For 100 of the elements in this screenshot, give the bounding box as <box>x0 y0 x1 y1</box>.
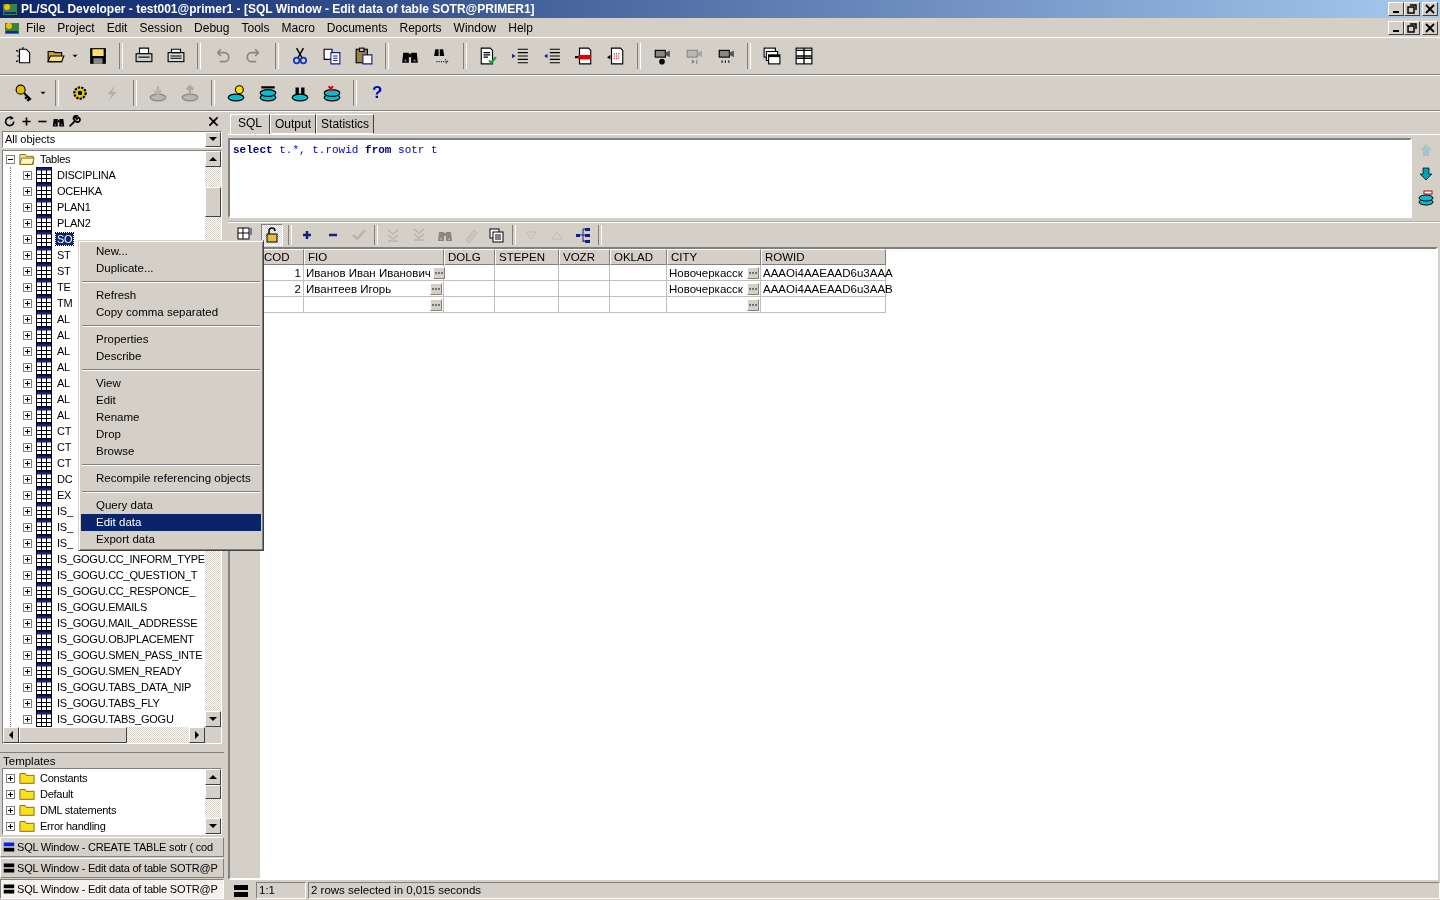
expand-icon[interactable] <box>23 618 32 628</box>
tree-item[interactable]: IS_GOGU.SMEN_PASS_INTE <box>56 649 204 661</box>
scroll-thumb[interactable] <box>205 785 221 799</box>
wrench-icon[interactable] <box>68 115 81 129</box>
scroll-thumb[interactable] <box>19 727 127 743</box>
database-icon[interactable] <box>1418 190 1434 206</box>
column-header[interactable]: CITY <box>667 249 761 265</box>
expand-icon[interactable] <box>23 570 32 580</box>
tree-item[interactable]: IS_ <box>56 521 74 533</box>
expand-icon[interactable] <box>23 666 32 676</box>
expand-icon[interactable] <box>23 490 32 500</box>
tree-item[interactable]: IS_GOGU.SMEN_READY <box>56 665 183 677</box>
menu-item[interactable]: File <box>20 20 52 35</box>
tree-item[interactable]: Tables <box>39 153 72 165</box>
stacked-documents-icon[interactable] <box>487 225 507 245</box>
expand-icon[interactable] <box>23 602 32 612</box>
object-filter-dropdown[interactable]: All objects <box>2 130 222 148</box>
expand-icon[interactable] <box>23 346 32 356</box>
expand-icon[interactable] <box>23 362 32 372</box>
expand-icon[interactable] <box>23 442 32 452</box>
help-button[interactable]: ? <box>372 82 383 103</box>
tree-item[interactable]: TM <box>56 297 74 309</box>
tree-item[interactable]: ST <box>56 249 72 261</box>
menu-item[interactable]: Export data <box>81 531 261 548</box>
tree-item[interactable]: IS_ <box>56 505 74 517</box>
column-header[interactable]: VOZR <box>559 249 610 265</box>
expand-icon[interactable] <box>23 682 32 692</box>
tree-item[interactable]: IS_GOGU.CC_INFORM_TYPE <box>56 553 206 565</box>
window-list-item[interactable]: SQL Window - Edit data of table SOTR@P <box>0 879 224 899</box>
gear-icon[interactable] <box>71 83 89 102</box>
column-header[interactable]: STEPEN <box>495 249 559 265</box>
tree-item[interactable]: IS_GOGU.TABS_DATA_NIP <box>56 681 193 693</box>
expand-icon[interactable] <box>23 250 32 260</box>
expand-icon[interactable] <box>23 330 32 340</box>
expand-icon[interactable] <box>6 821 15 831</box>
printer-icon[interactable] <box>135 47 153 65</box>
key-icon[interactable] <box>15 83 33 102</box>
scroll-thumb[interactable] <box>205 187 221 217</box>
minimize-button[interactable] <box>1388 2 1404 16</box>
expand-icon[interactable] <box>23 394 32 404</box>
expand-icon[interactable] <box>23 650 32 660</box>
tree-item[interactable]: DML statements <box>39 804 118 816</box>
menu-item[interactable]: Help <box>502 20 539 35</box>
expand-icon[interactable] <box>23 410 32 420</box>
down-arrow-icon[interactable] <box>1418 166 1434 182</box>
expand-icon[interactable] <box>23 218 32 228</box>
expand-icon[interactable] <box>23 234 32 244</box>
camera-icon[interactable] <box>717 47 735 65</box>
tree-diagram-icon[interactable] <box>573 225 593 245</box>
clipboard-icon[interactable] <box>355 47 373 65</box>
tree-item[interactable]: SO <box>56 233 74 245</box>
expand-icon[interactable] <box>6 773 15 783</box>
scroll-up-icon[interactable] <box>209 775 217 779</box>
expand-icon[interactable] <box>23 314 32 324</box>
expand-icon[interactable] <box>23 378 32 388</box>
tree-item[interactable]: CT <box>56 441 73 453</box>
menu-item[interactable]: Drop <box>81 426 261 443</box>
menu-item[interactable]: Macro <box>275 20 321 35</box>
document-check-icon[interactable] <box>479 47 497 65</box>
expand-icon[interactable] <box>23 282 32 292</box>
tree-item[interactable]: AL <box>56 313 71 325</box>
ellipsis-button[interactable] <box>432 266 445 279</box>
tree-item[interactable]: AL <box>56 329 71 341</box>
document-icon[interactable] <box>575 47 593 65</box>
menu-item[interactable]: Browse <box>81 443 261 460</box>
column-header[interactable]: DOLG <box>444 249 495 265</box>
tab[interactable]: Output <box>270 114 317 134</box>
tree-item[interactable]: Error handling <box>39 820 107 832</box>
expand-icon[interactable] <box>23 698 32 708</box>
close-icon[interactable] <box>207 115 220 129</box>
expand-icon[interactable] <box>23 586 32 596</box>
scroll-right-icon[interactable] <box>195 731 199 739</box>
database-bulb-icon[interactable] <box>227 83 245 102</box>
cascade-windows-icon[interactable] <box>763 47 781 65</box>
window-list-item[interactable]: SQL Window - CREATE TABLE sotr ( cod <box>0 837 224 857</box>
scroll-left-icon[interactable] <box>9 731 13 739</box>
ellipsis-button[interactable] <box>430 298 442 311</box>
expand-icon[interactable] <box>23 458 32 468</box>
restore-button[interactable] <box>1404 2 1420 16</box>
tree-item[interactable]: AL <box>56 409 71 421</box>
menu-item[interactable]: Query data <box>81 497 261 514</box>
refresh-icon[interactable] <box>4 115 17 129</box>
menu-item[interactable]: Edit data <box>81 514 261 531</box>
expand-icon[interactable] <box>23 506 32 516</box>
tree-item[interactable]: OCEHKA <box>56 185 103 197</box>
tree-item[interactable]: PLAN2 <box>56 217 92 229</box>
menu-item[interactable]: Describe <box>81 348 261 365</box>
tree-item[interactable]: TE <box>56 281 72 293</box>
tree-item[interactable]: CT <box>56 425 73 437</box>
tree-item[interactable]: IS_GOGU.TABS_FLY <box>56 697 161 709</box>
menu-item[interactable]: Recompile referencing objects <box>81 470 261 487</box>
camera-record-icon[interactable] <box>653 47 671 65</box>
window-list-item[interactable]: SQL Window - Edit data of table SOTR@P <box>0 858 224 878</box>
expand-icon[interactable] <box>23 474 32 484</box>
menu-item[interactable]: New... <box>81 243 261 260</box>
tile-windows-icon[interactable] <box>795 47 813 65</box>
tree-item[interactable]: Constants <box>39 772 89 784</box>
expand-icon[interactable] <box>23 554 32 564</box>
tree-item[interactable]: CT <box>56 457 73 469</box>
ellipsis-button[interactable] <box>747 282 759 295</box>
